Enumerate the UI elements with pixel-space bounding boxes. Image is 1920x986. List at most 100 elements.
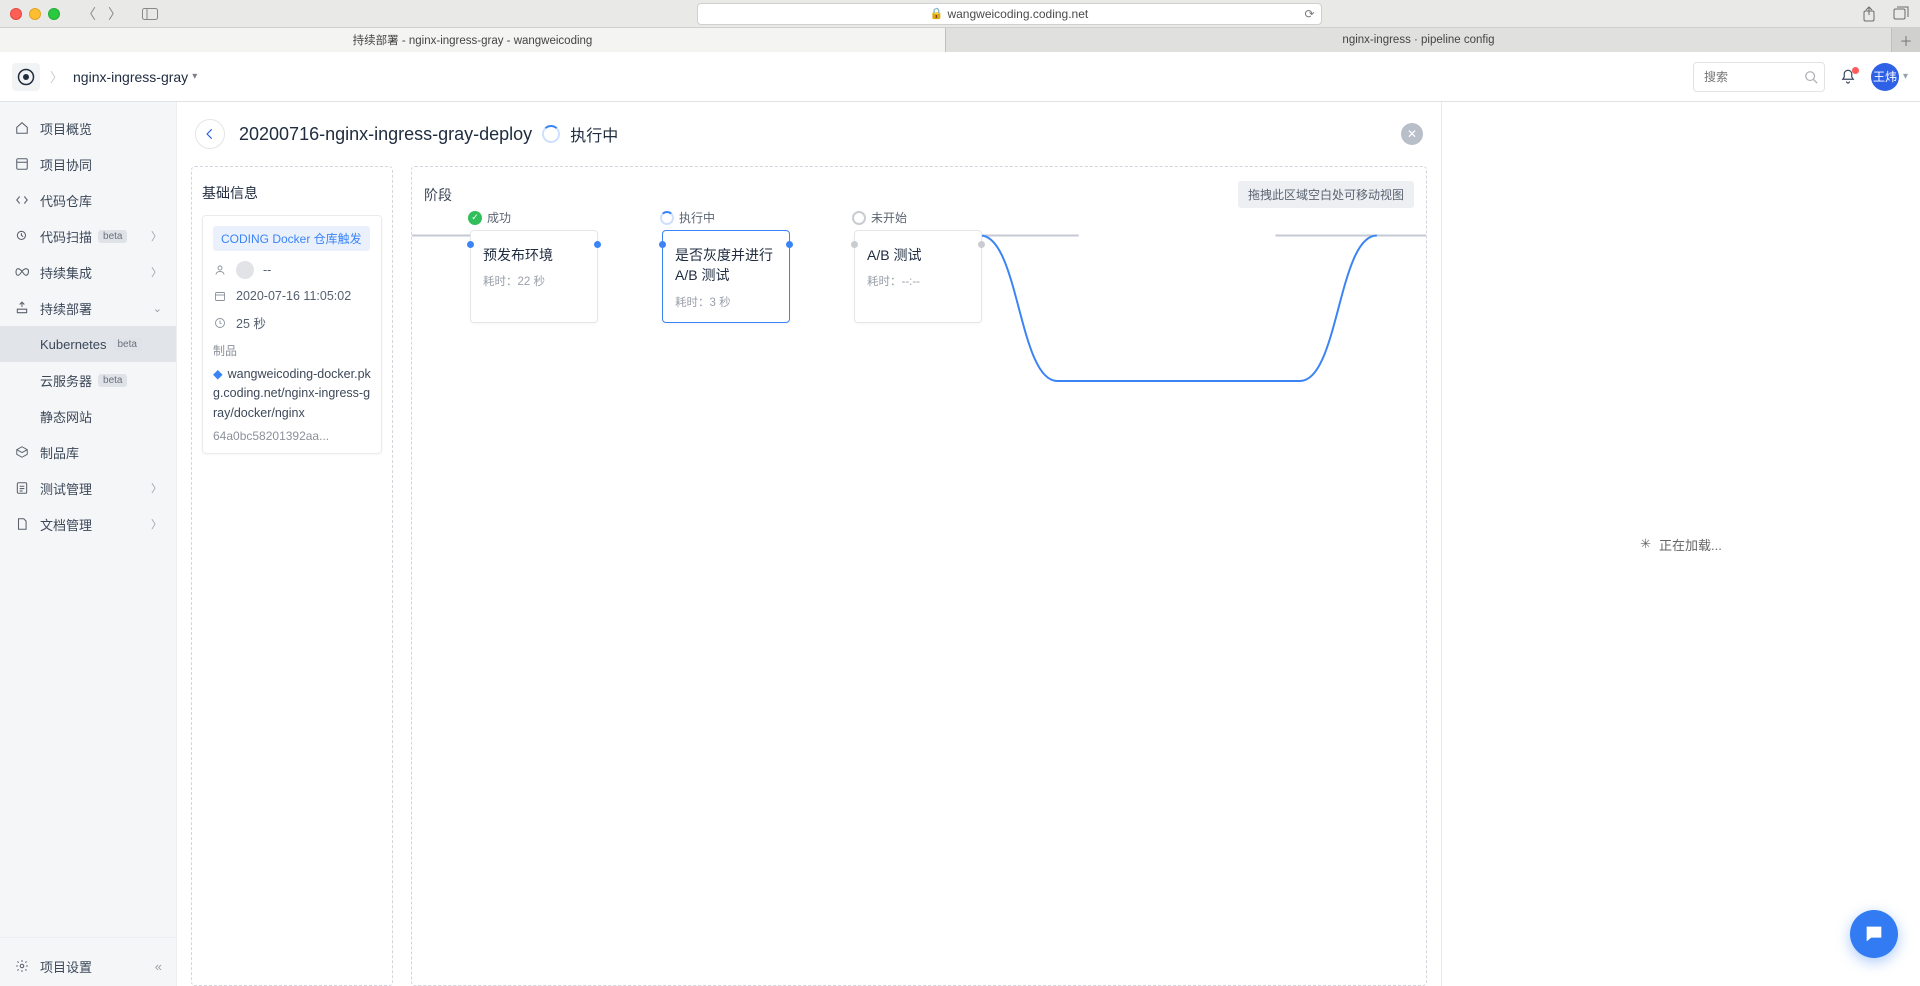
sidebar-item-test[interactable]: 测试管理〉 [0, 470, 176, 506]
stage-card-1[interactable]: 执行中 是否灰度并进行 A/B 测试 耗时：3 秒 [662, 230, 790, 323]
info-duration-row: 25 秒 [213, 313, 371, 332]
clock-icon [213, 317, 227, 329]
stage-duration: 耗时：--:-- [867, 273, 969, 289]
sidebar-item-codescan[interactable]: 代码扫描beta〉 [0, 218, 176, 254]
chevron-down-icon: ▾ [1903, 71, 1908, 82]
stage-name: 是否灰度并进行 A/B 测试 [675, 245, 777, 286]
chat-fab-button[interactable] [1850, 910, 1898, 958]
sidebar-item-overview[interactable]: 项目概览 [0, 110, 176, 146]
search-wrap [1693, 62, 1825, 92]
chrome-right-icons [1860, 6, 1910, 22]
chevron-right-icon: 〉 [151, 516, 162, 532]
sidebar-item-cd[interactable]: 持续部署⌄ [0, 290, 176, 326]
tabs-icon[interactable] [1892, 6, 1910, 22]
address-bar[interactable]: 🔒 wangweicoding.coding.net ⟳ [697, 3, 1322, 25]
stage-card-2[interactable]: 未开始 A/B 测试 耗时：--:-- [854, 230, 982, 323]
success-icon: ✓ [468, 211, 482, 225]
avatar-placeholder [236, 261, 254, 279]
sidebar-item-kubernetes[interactable]: Kubernetesbeta [0, 326, 176, 362]
share-icon[interactable] [1860, 6, 1878, 22]
url-host: wangweicoding.coding.net [947, 7, 1088, 21]
info-user-row: -- [213, 261, 371, 279]
loading-text: 正在加载... [1659, 535, 1722, 554]
browser-tab-0[interactable]: 持续部署 - nginx-ingress-gray - wangweicodin… [0, 28, 946, 52]
beta-badge: beta [98, 374, 127, 387]
nav-arrows: 〈 〉 [76, 3, 128, 25]
scan-icon [14, 228, 30, 244]
connector-dot [659, 241, 666, 248]
stage-name: A/B 测试 [867, 245, 969, 265]
connector-dot [467, 241, 474, 248]
artifact-label: 制品 [213, 342, 371, 359]
page-head: 20200716-nginx-ingress-gray-deploy 执行中 ✕ [177, 102, 1441, 166]
app-logo[interactable] [12, 63, 40, 91]
new-tab-button[interactable]: ＋ [1892, 28, 1920, 52]
status-text: 执行中 [570, 122, 618, 146]
deploy-detail: 20200716-nginx-ingress-gray-deploy 执行中 ✕… [177, 102, 1441, 986]
notification-dot [1852, 67, 1859, 74]
deploy-icon [14, 300, 30, 316]
forward-nav-button[interactable]: 〉 [102, 3, 128, 25]
sidebar-item-cloudserver[interactable]: 云服务器beta [0, 362, 176, 398]
browser-tab-1[interactable]: nginx-ingress · pipeline config [946, 28, 1892, 52]
sidebar-item-repo[interactable]: 代码仓库 [0, 182, 176, 218]
notifications-button[interactable] [1839, 68, 1857, 86]
main: 20200716-nginx-ingress-gray-deploy 执行中 ✕… [177, 102, 1920, 986]
page-title: 20200716-nginx-ingress-gray-deploy 执行中 [239, 122, 618, 146]
avatar: 王炜 [1871, 63, 1899, 91]
user-menu[interactable]: 王炜 ▾ [1871, 63, 1908, 91]
lock-icon: 🔒 [930, 7, 944, 20]
drag-hint: 拖拽此区域空白处可移动视图 [1238, 181, 1414, 208]
beta-badge: beta [98, 230, 127, 243]
connector-dot [978, 241, 985, 248]
chevron-right-icon: 〉 [151, 228, 162, 244]
sidebar-item-collab[interactable]: 项目协同 [0, 146, 176, 182]
app: 〉 nginx-ingress-gray ▾ 王炜 ▾ [0, 52, 1920, 986]
maximize-window-dot[interactable] [48, 8, 60, 20]
chevron-down-icon: ⌄ [153, 302, 162, 315]
artifact-name[interactable]: ◆wangweicoding-docker.pkg.coding.net/ngi… [213, 365, 371, 423]
info-panel: 基础信息 CODING Docker 仓库触发 -- 2020-07-16 11… [191, 166, 393, 986]
connector-dot [594, 241, 601, 248]
test-icon [14, 480, 30, 496]
info-card: CODING Docker 仓库触发 -- 2020-07-16 11:05:0… [202, 215, 382, 454]
artifact-hash: 64a0bc58201392aa... [213, 429, 371, 443]
sidebar-item-docs[interactable]: 文档管理〉 [0, 506, 176, 542]
browser-tabs: 持续部署 - nginx-ingress-gray - wangweicodin… [0, 28, 1920, 52]
sidebar-toggle-icon[interactable] [142, 8, 158, 20]
reload-icon[interactable]: ⟳ [1304, 7, 1314, 21]
breadcrumb[interactable]: nginx-ingress-gray ▾ [73, 69, 197, 85]
minimize-window-dot[interactable] [29, 8, 41, 20]
chevron-right-icon: 〉 [151, 480, 162, 496]
sidebar-item-staticsite[interactable]: 静态网站 [0, 398, 176, 434]
stage-duration: 耗时：3 秒 [675, 294, 777, 310]
infinity-icon [14, 264, 30, 280]
board-icon [14, 156, 30, 172]
back-nav-button[interactable]: 〈 [76, 3, 102, 25]
info-title: 基础信息 [202, 183, 382, 203]
breadcrumb-project: nginx-ingress-gray [73, 69, 188, 85]
stage-duration: 耗时：22 秒 [483, 273, 585, 289]
close-panel-button[interactable]: ✕ [1401, 123, 1423, 145]
stage-card-0[interactable]: ✓成功 预发布环境 耗时：22 秒 [470, 230, 598, 323]
sidebar: 项目概览 项目协同 代码仓库 代码扫描beta〉 持续集成〉 持续部署⌄ Kub… [0, 102, 177, 986]
beta-badge: beta [113, 338, 142, 351]
chevron-down-icon: ▾ [192, 71, 197, 82]
code-icon [14, 192, 30, 208]
sidebar-item-artifacts[interactable]: 制品库 [0, 434, 176, 470]
close-window-dot[interactable] [10, 8, 22, 20]
spinner-icon [542, 125, 560, 143]
sidebar-item-settings[interactable]: 项目设置« [0, 946, 176, 986]
stages-panel[interactable]: 阶段 拖拽此区域空白处可移动视图 [411, 166, 1427, 986]
breadcrumb-separator: 〉 [50, 67, 63, 86]
docker-icon: ◆ [213, 367, 223, 381]
sidebar-item-ci[interactable]: 持续集成〉 [0, 254, 176, 290]
doc-icon [14, 516, 30, 532]
calendar-icon [213, 290, 227, 302]
collapse-sidebar-icon[interactable]: « [155, 959, 162, 974]
stage-name: 预发布环境 [483, 245, 585, 265]
search-icon [1804, 70, 1818, 84]
gear-icon [14, 958, 30, 974]
back-button[interactable] [195, 119, 225, 149]
home-icon [14, 120, 30, 136]
